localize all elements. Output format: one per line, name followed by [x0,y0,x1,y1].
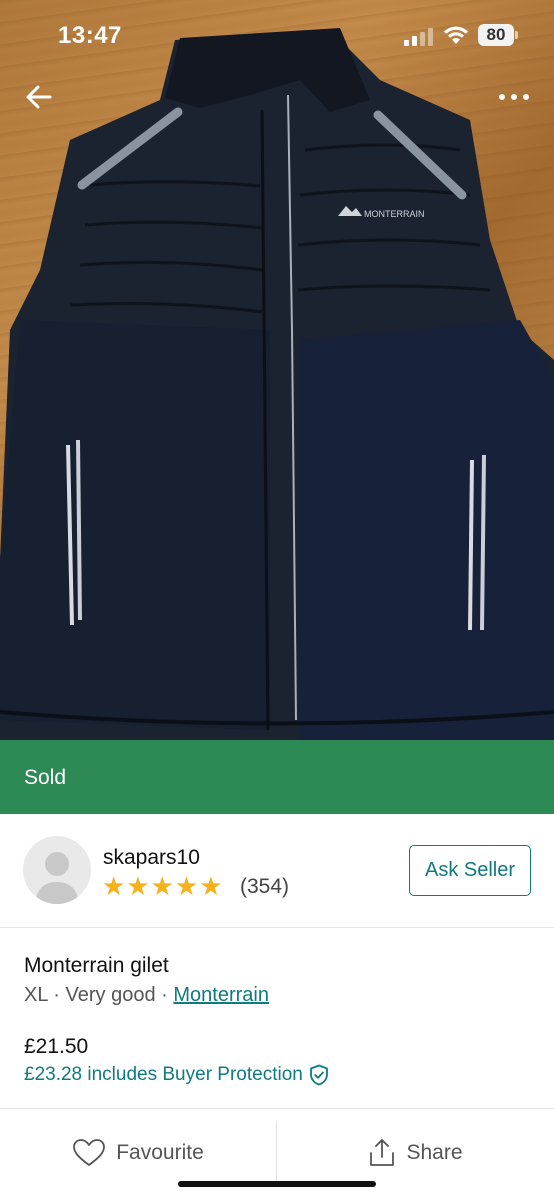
favourite-button[interactable]: Favourite [0,1121,276,1185]
status-time: 13:47 [58,22,122,49]
avatar[interactable] [23,836,91,904]
status-bar: 13:47 80 [0,0,554,70]
share-label: Share [406,1141,463,1164]
buyer-protection-text: £23.28 includes Buyer Protection [24,1064,303,1085]
back-arrow-icon[interactable] [22,80,56,114]
separator: · [155,984,174,1006]
home-indicator[interactable] [178,1181,376,1187]
battery-cap [515,31,518,39]
item-size: XL [24,984,48,1006]
item-details: XL · Very good · Monterrain [24,984,269,1007]
rating-stars: ★★★★★ [102,871,224,901]
ask-seller-button[interactable]: Ask Seller [409,845,531,896]
item-title: Monterrain gilet [24,954,169,977]
more-options-icon[interactable] [496,84,532,110]
cellular-signal-icon [404,28,433,46]
shield-check-icon [309,1064,328,1086]
seller-username[interactable]: skapars10 [103,846,200,870]
default-user-icon [35,852,79,904]
gilet-image: MONTERRAIN [0,28,554,740]
review-count[interactable]: (354) [240,875,289,899]
share-button[interactable]: Share [277,1121,554,1185]
item-price: £21.50 [24,1035,89,1058]
heart-icon [73,1139,106,1166]
brand-logo-text: MONTERRAIN [364,209,425,219]
separator: · [47,984,66,1006]
sold-label: Sold [24,766,67,789]
sold-banner: Sold [0,740,554,814]
item-condition: Very good [65,984,156,1006]
battery-indicator: 80 [478,24,514,46]
seller-section: skapars10 ★★★★★ (354) Ask Seller [0,814,554,928]
share-icon [370,1139,395,1166]
wifi-icon [444,26,468,44]
favourite-label: Favourite [116,1141,204,1164]
brand-link[interactable]: Monterrain [173,984,269,1006]
product-photo[interactable]: MONTERRAIN 13:47 80 [0,0,554,740]
buyer-protection-link[interactable]: £23.28 includes Buyer Protection [24,1064,329,1086]
